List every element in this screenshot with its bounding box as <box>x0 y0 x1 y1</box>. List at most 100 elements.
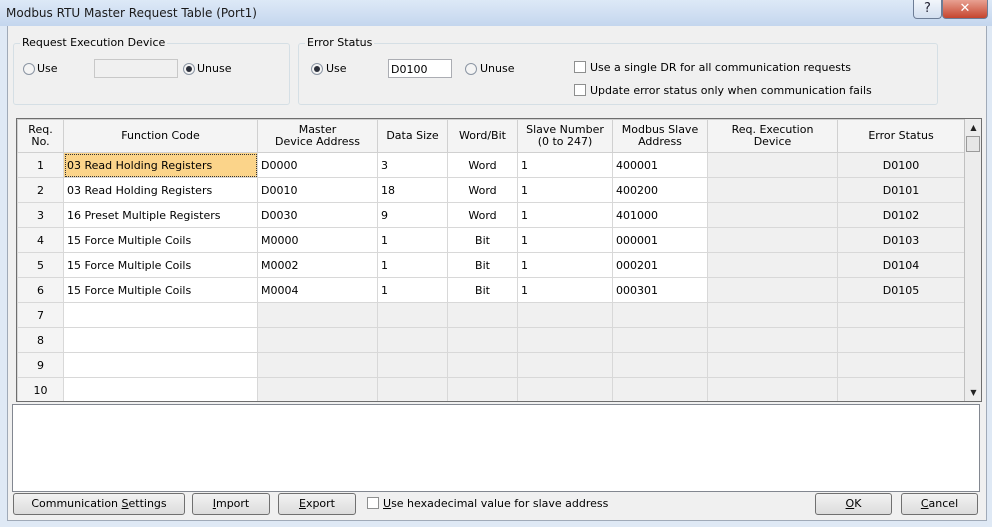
help-button[interactable]: ? <box>913 0 942 19</box>
cell-req-exec-device[interactable] <box>707 327 838 353</box>
cell-word-bit[interactable]: Bit <box>447 227 518 253</box>
cell-word-bit[interactable] <box>447 377 518 401</box>
cell-word-bit[interactable] <box>447 302 518 328</box>
es-use-radio[interactable] <box>311 63 323 75</box>
cell-function-code[interactable] <box>63 302 258 328</box>
col-header-req-execution-device[interactable]: Req. Execution Device <box>707 119 838 153</box>
cell-error-status[interactable] <box>837 327 965 353</box>
close-button[interactable]: ✕ <box>942 0 988 19</box>
comment-area[interactable] <box>12 404 980 492</box>
cell-slave-number[interactable]: 1 <box>517 277 613 303</box>
table-row[interactable]: 8 <box>17 327 965 353</box>
cell-function-code[interactable]: 03 Read Holding Registers <box>63 152 258 178</box>
cell-modbus-address[interactable] <box>612 352 708 378</box>
cell-error-status[interactable]: D0105 <box>837 277 965 303</box>
cell-data-size[interactable] <box>377 327 448 353</box>
cell-slave-number[interactable] <box>517 327 613 353</box>
cell-data-size[interactable]: 1 <box>377 227 448 253</box>
cell-error-status[interactable] <box>837 352 965 378</box>
ok-button[interactable]: OK <box>815 493 892 515</box>
cell-data-size[interactable]: 1 <box>377 252 448 278</box>
cell-error-status[interactable] <box>837 302 965 328</box>
scroll-thumb[interactable] <box>966 136 980 152</box>
cell-data-size[interactable] <box>377 302 448 328</box>
cell-modbus-address[interactable]: 000201 <box>612 252 708 278</box>
red-unuse-radio[interactable] <box>183 63 195 75</box>
cell-function-code[interactable]: 15 Force Multiple Coils <box>63 227 258 253</box>
col-header-req-no[interactable]: Req. No. <box>17 119 64 153</box>
cell-req-exec-device[interactable] <box>707 352 838 378</box>
update-fail-checkbox[interactable] <box>574 84 586 96</box>
col-header-master-device-address[interactable]: Master Device Address <box>257 119 378 153</box>
col-header-data-size[interactable]: Data Size <box>377 119 448 153</box>
cell-req-exec-device[interactable] <box>707 277 838 303</box>
table-row[interactable]: 9 <box>17 352 965 378</box>
table-row[interactable]: 2 03 Read Holding Registers D0010 18 Word 1 40… <box>17 177 965 203</box>
cell-word-bit[interactable] <box>447 327 518 353</box>
red-device-field[interactable] <box>94 59 178 78</box>
cell-slave-number[interactable] <box>517 377 613 401</box>
table-row[interactable]: 7 <box>17 302 965 328</box>
col-header-function-code[interactable]: Function Code <box>63 119 258 153</box>
table-row[interactable]: 5 15 Force Multiple Coils M0002 1 Bit 1 000201… <box>17 252 965 278</box>
col-header-error-status[interactable]: Error Status <box>837 119 965 153</box>
cell-word-bit[interactable]: Word <box>447 177 518 203</box>
cell-master-address[interactable] <box>257 352 378 378</box>
cell-req-exec-device[interactable] <box>707 177 838 203</box>
cell-req-exec-device[interactable] <box>707 252 838 278</box>
cell-error-status[interactable]: D0101 <box>837 177 965 203</box>
cell-word-bit[interactable] <box>447 352 518 378</box>
cell-data-size[interactable] <box>377 352 448 378</box>
cell-modbus-address[interactable] <box>612 302 708 328</box>
cell-slave-number[interactable]: 1 <box>517 227 613 253</box>
cell-data-size[interactable]: 3 <box>377 152 448 178</box>
cell-slave-number[interactable] <box>517 352 613 378</box>
cell-function-code[interactable]: 15 Force Multiple Coils <box>63 252 258 278</box>
cell-modbus-address[interactable]: 000301 <box>612 277 708 303</box>
cell-master-address[interactable] <box>257 327 378 353</box>
cell-modbus-address[interactable]: 400001 <box>612 152 708 178</box>
communication-settings-button[interactable]: Communication Settings <box>13 493 185 515</box>
cell-data-size[interactable] <box>377 377 448 401</box>
import-button[interactable]: Import <box>192 493 270 515</box>
cell-slave-number[interactable]: 1 <box>517 252 613 278</box>
cell-function-code[interactable]: 03 Read Holding Registers <box>63 177 258 203</box>
col-header-word-bit[interactable]: Word/Bit <box>447 119 518 153</box>
cell-slave-number[interactable] <box>517 302 613 328</box>
single-dr-checkbox[interactable] <box>574 61 586 73</box>
table-row[interactable]: 3 16 Preset Multiple Registers D0030 9 Word 1… <box>17 202 965 228</box>
red-use-radio[interactable] <box>23 63 35 75</box>
cell-slave-number[interactable]: 1 <box>517 202 613 228</box>
cell-function-code[interactable] <box>63 352 258 378</box>
cell-master-address[interactable]: M0000 <box>257 227 378 253</box>
cell-req-exec-device[interactable] <box>707 377 838 401</box>
hex-checkbox[interactable] <box>367 497 379 509</box>
cell-modbus-address[interactable]: 000001 <box>612 227 708 253</box>
cell-req-exec-device[interactable] <box>707 202 838 228</box>
scroll-up-icon[interactable]: ▲ <box>965 119 981 136</box>
cell-modbus-address[interactable] <box>612 327 708 353</box>
cell-req-exec-device[interactable] <box>707 227 838 253</box>
table-row[interactable]: 4 15 Force Multiple Coils M0000 1 Bit 1 000001… <box>17 227 965 253</box>
cell-modbus-address[interactable]: 401000 <box>612 202 708 228</box>
cell-error-status[interactable]: D0104 <box>837 252 965 278</box>
cell-slave-number[interactable]: 1 <box>517 177 613 203</box>
cell-master-address[interactable] <box>257 377 378 401</box>
cell-slave-number[interactable]: 1 <box>517 152 613 178</box>
scroll-down-icon[interactable]: ▼ <box>965 384 981 401</box>
cell-word-bit[interactable]: Word <box>447 202 518 228</box>
cell-modbus-address[interactable] <box>612 377 708 401</box>
cell-modbus-address[interactable]: 400200 <box>612 177 708 203</box>
cell-data-size[interactable]: 18 <box>377 177 448 203</box>
cell-master-address[interactable]: M0002 <box>257 252 378 278</box>
cell-word-bit[interactable]: Bit <box>447 277 518 303</box>
cancel-button[interactable]: Cancel <box>901 493 978 515</box>
cell-master-address[interactable] <box>257 302 378 328</box>
table-row[interactable]: 10 <box>17 377 965 401</box>
cell-req-exec-device[interactable] <box>707 152 838 178</box>
cell-master-address[interactable]: M0004 <box>257 277 378 303</box>
export-button[interactable]: Export <box>278 493 356 515</box>
cell-error-status[interactable] <box>837 377 965 401</box>
es-unuse-radio[interactable] <box>465 63 477 75</box>
cell-function-code[interactable] <box>63 377 258 401</box>
